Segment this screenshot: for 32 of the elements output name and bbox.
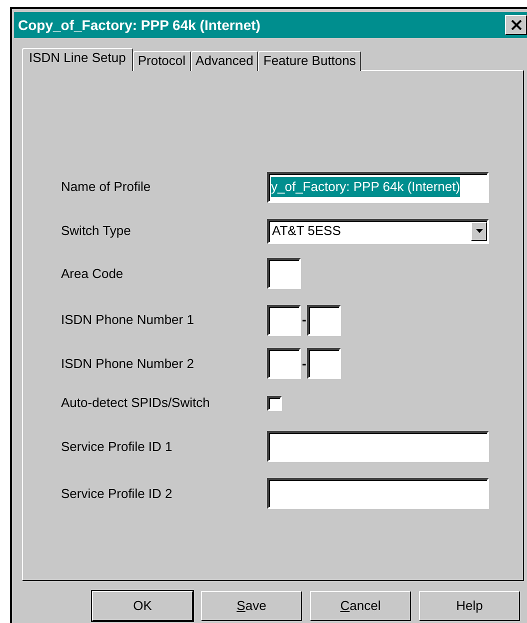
close-button[interactable] [505,15,527,35]
dash-separator: - [301,354,308,373]
dialog-button[interactable]: Save [201,591,302,621]
dialog-button[interactable]: Cancel [310,591,411,621]
dropdown-field[interactable]: AT&T 5ESS [267,218,489,244]
field-label: Service Profile ID 2 [61,484,174,503]
dash-separator: - [301,311,308,330]
field-label: ISDN Phone Number 1 [61,311,195,330]
text-field[interactable]: y_of_Factory: PPP 64k (Internet) [267,172,489,202]
field-label: Switch Type [61,222,132,240]
input-field[interactable] [307,304,342,336]
checkbox[interactable] [267,396,282,410]
window-title: Copy_of_Factory: PPP 64k (Internet) [18,16,262,35]
dropdown-arrow-icon [476,229,482,233]
input-field[interactable] [267,258,301,289]
text-field[interactable] [267,478,489,509]
field-label: ISDN Phone Number 2 [61,354,195,373]
tab[interactable]: Feature Buttons [258,51,361,71]
tab[interactable]: Advanced [190,51,258,71]
tab[interactable]: Protocol [132,51,191,71]
text-field[interactable] [267,431,489,462]
field-label: Service Profile ID 1 [61,438,174,456]
input-field[interactable] [267,348,301,379]
field-label: Auto-detect SPIDs/Switch [61,394,211,412]
input-field[interactable] [267,304,301,336]
dialog-button[interactable]: Help [419,591,520,621]
close-icon [510,20,522,30]
field-label: Area Code [61,264,124,283]
input-field[interactable] [307,348,342,379]
tab[interactable]: ISDN Line Setup [22,48,133,71]
field-label: Name of Profile [61,178,152,196]
dialog-button[interactable]: OK [92,591,193,621]
